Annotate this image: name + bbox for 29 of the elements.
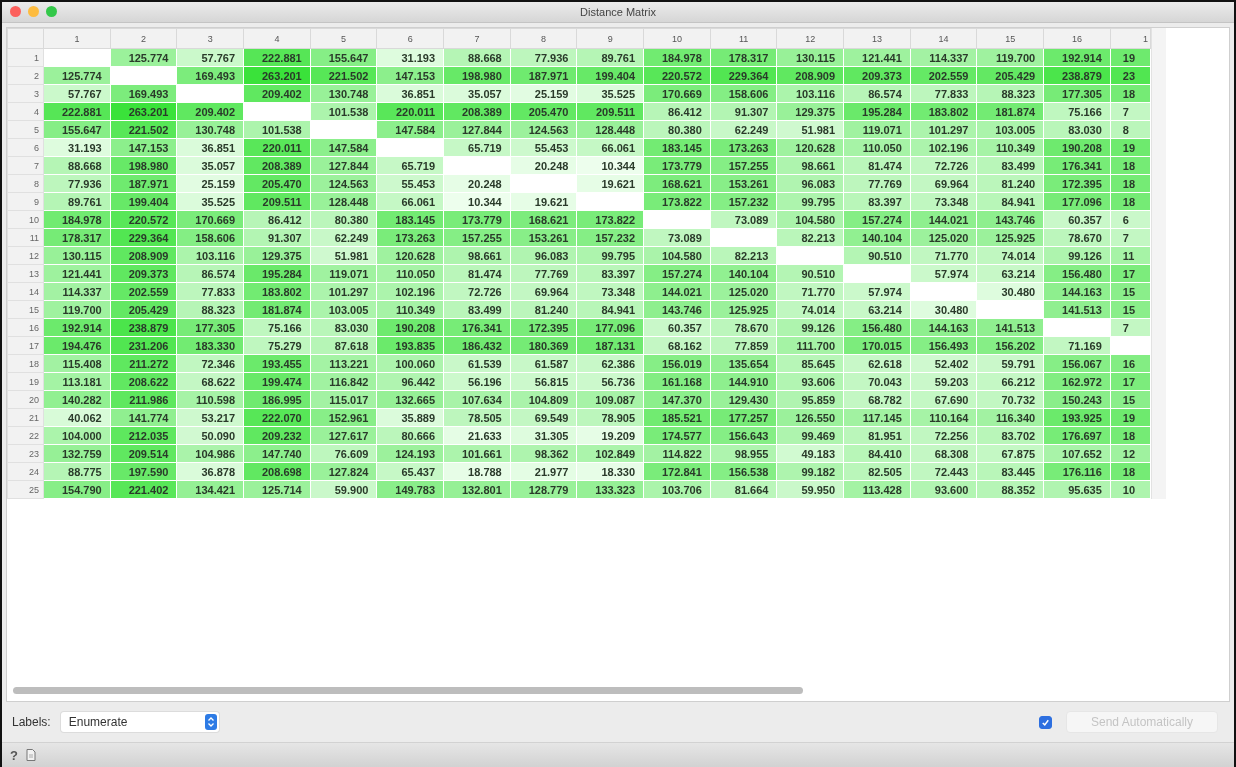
column-header[interactable]: 5 — [310, 28, 377, 49]
column-header[interactable]: 1 — [43, 28, 111, 49]
column-header[interactable]: 10 — [643, 28, 711, 49]
column-header[interactable]: 14 — [910, 28, 977, 49]
send-automatically-checkbox[interactable] — [1039, 715, 1052, 729]
column-header[interactable]: 7 — [443, 28, 511, 49]
document-icon[interactable] — [25, 749, 36, 761]
column-header[interactable]: 13 — [843, 28, 911, 49]
vertical-scrollbar[interactable] — [1151, 28, 1166, 499]
zoom-button[interactable] — [46, 6, 57, 17]
column-header[interactable]: 4 — [243, 28, 311, 49]
close-button[interactable] — [10, 6, 21, 17]
labels-label: Labels: — [12, 715, 51, 729]
column-header[interactable]: 3 — [176, 28, 244, 49]
column-header[interactable]: 2 — [110, 28, 177, 49]
window-title: Distance Matrix — [580, 6, 656, 18]
labels-dropdown[interactable]: Enumerate — [60, 712, 219, 732]
help-button[interactable]: ? — [10, 747, 18, 763]
column-header[interactable]: 16 — [1043, 28, 1111, 49]
column-header[interactable]: 11 — [710, 28, 777, 49]
scrollbar[interactable] — [13, 687, 803, 694]
column-header[interactable]: 9 — [576, 28, 644, 49]
column-header[interactable]: 1 — [1110, 28, 1151, 49]
column-header[interactable]: 12 — [776, 28, 844, 49]
dropdown-arrows-icon — [204, 714, 217, 730]
minimize-button[interactable] — [28, 6, 39, 17]
column-header[interactable]: 15 — [976, 28, 1044, 49]
column-header[interactable]: 8 — [510, 28, 577, 49]
column-header[interactable]: 6 — [376, 28, 444, 49]
